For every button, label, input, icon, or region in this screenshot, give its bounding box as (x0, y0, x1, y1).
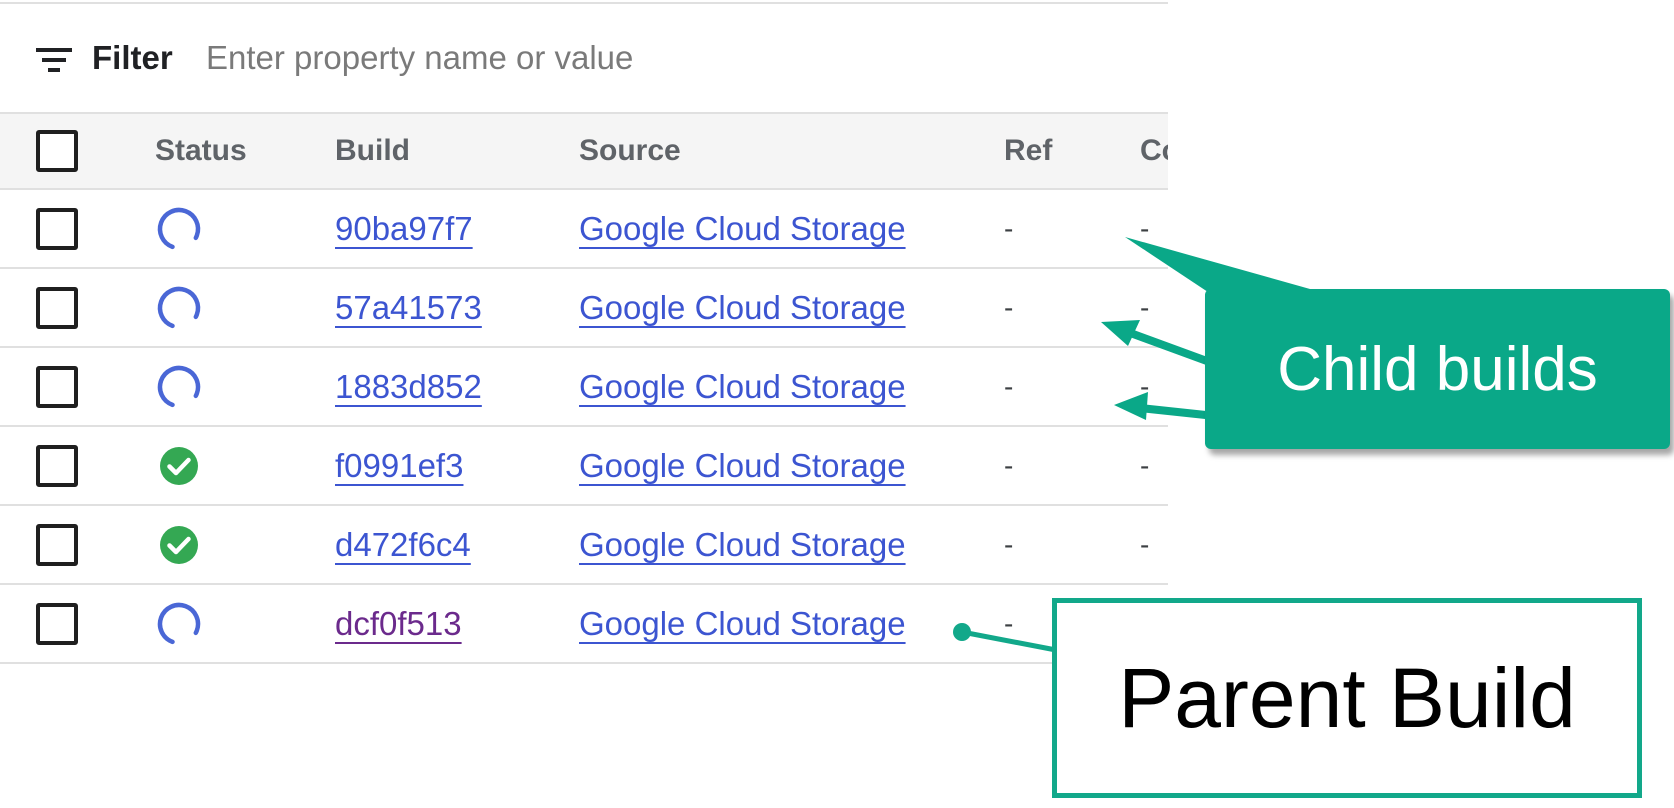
source-cell: Google Cloud Storage (579, 506, 906, 583)
status-cell (155, 269, 203, 346)
row-checkbox-cell (36, 506, 80, 583)
commit-value: - (1140, 291, 1150, 323)
table-row[interactable]: f0991ef3 Google Cloud Storage - - (0, 427, 1168, 506)
build-id-link[interactable]: 57a41573 (335, 289, 482, 327)
status-cell (155, 427, 203, 504)
build-cell: 57a41573 (335, 269, 482, 346)
source-cell: Google Cloud Storage (579, 190, 906, 267)
child-builds-callout: Child builds (1205, 289, 1670, 449)
commit-value: - (1140, 607, 1150, 639)
table-header: Status Build Source Ref Co (0, 112, 1168, 190)
spinner-icon (155, 284, 203, 332)
row-checkbox[interactable] (36, 365, 78, 408)
status-cell (155, 506, 203, 583)
row-checkbox[interactable] (36, 602, 78, 645)
filter-bar: Filter (0, 4, 1168, 112)
source-link[interactable]: Google Cloud Storage (579, 605, 906, 643)
source-link[interactable]: Google Cloud Storage (579, 289, 906, 327)
row-checkbox-cell (36, 585, 80, 662)
commit-value: - (1140, 370, 1150, 402)
row-checkbox[interactable] (36, 286, 78, 329)
build-id-link[interactable]: 1883d852 (335, 368, 482, 406)
filter-list-icon[interactable] (36, 44, 76, 76)
source-link[interactable]: Google Cloud Storage (579, 368, 906, 406)
source-link[interactable]: Google Cloud Storage (579, 447, 906, 485)
build-id-link[interactable]: f0991ef3 (335, 447, 463, 485)
table-row[interactable]: 1883d852 Google Cloud Storage - - (0, 348, 1168, 427)
builds-panel: Filter Status Build Source Ref Co 90ba97… (0, 0, 1168, 808)
build-history-screen: Filter Status Build Source Ref Co 90ba97… (0, 0, 1674, 808)
row-checkbox[interactable] (36, 207, 78, 250)
ref-value: - (1004, 528, 1014, 560)
spinner-icon (155, 205, 203, 253)
ref-value: - (1004, 370, 1014, 402)
source-cell: Google Cloud Storage (579, 348, 906, 425)
table-body: 90ba97f7 Google Cloud Storage - - 57a41573 Go… (0, 190, 1168, 664)
ref-value: - (1004, 607, 1014, 639)
spinner-icon (155, 600, 203, 648)
commit-value: - (1140, 449, 1150, 481)
column-header-status[interactable]: Status (155, 114, 247, 188)
row-checkbox-cell (36, 269, 80, 346)
status-cell (155, 190, 203, 267)
source-cell: Google Cloud Storage (579, 269, 906, 346)
table-row[interactable]: 57a41573 Google Cloud Storage - - (0, 269, 1168, 348)
ref-value: - (1004, 449, 1014, 481)
check-circle-icon (155, 442, 203, 490)
commit-value: - (1140, 528, 1150, 560)
build-id-link[interactable]: d472f6c4 (335, 526, 471, 564)
source-link[interactable]: Google Cloud Storage (579, 210, 906, 248)
column-header-source[interactable]: Source (579, 114, 681, 188)
filter-label: Filter (92, 39, 173, 76)
build-cell: d472f6c4 (335, 506, 471, 583)
column-header-ref[interactable]: Ref (1004, 114, 1052, 188)
table-row[interactable]: dcf0f513 Google Cloud Storage - - (0, 585, 1168, 664)
column-header-build[interactable]: Build (335, 114, 410, 188)
column-header-commit[interactable]: Co (1140, 114, 1168, 188)
header-checkbox-cell (36, 114, 80, 188)
source-cell: Google Cloud Storage (579, 585, 906, 662)
source-cell: Google Cloud Storage (579, 427, 906, 504)
status-cell (155, 585, 203, 662)
ref-value: - (1004, 212, 1014, 244)
build-cell: f0991ef3 (335, 427, 463, 504)
build-id-link[interactable]: dcf0f513 (335, 605, 462, 643)
build-id-link[interactable]: 90ba97f7 (335, 210, 473, 248)
source-link[interactable]: Google Cloud Storage (579, 526, 906, 564)
row-checkbox[interactable] (36, 444, 78, 487)
commit-value: - (1140, 212, 1150, 244)
row-checkbox[interactable] (36, 523, 78, 566)
row-checkbox-cell (36, 348, 80, 425)
table-row[interactable]: 90ba97f7 Google Cloud Storage - - (0, 190, 1168, 269)
filter-input[interactable] (206, 34, 1086, 82)
status-cell (155, 348, 203, 425)
check-circle-icon (155, 521, 203, 569)
child-builds-label: Child builds (1277, 334, 1598, 404)
ref-value: - (1004, 291, 1014, 323)
select-all-checkbox[interactable] (36, 130, 78, 172)
table-row[interactable]: d472f6c4 Google Cloud Storage - - (0, 506, 1168, 585)
builds-table: Status Build Source Ref Co 90ba97f7 Googl… (0, 112, 1168, 664)
spinner-icon (155, 363, 203, 411)
parent-build-label: Parent Build (1118, 650, 1576, 745)
build-cell: dcf0f513 (335, 585, 462, 662)
row-checkbox-cell (36, 190, 80, 267)
build-cell: 1883d852 (335, 348, 482, 425)
row-checkbox-cell (36, 427, 80, 504)
build-cell: 90ba97f7 (335, 190, 473, 267)
